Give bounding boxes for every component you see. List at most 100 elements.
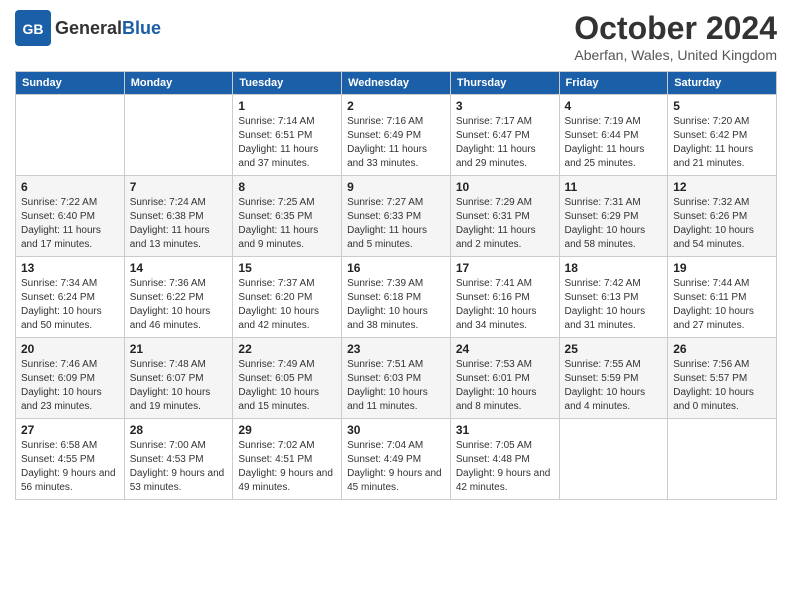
day-info: Sunrise: 6:58 AM Sunset: 4:55 PM Dayligh… — [21, 439, 119, 495]
day-number: 16 — [347, 261, 445, 275]
day-cell-4: 4 Sunrise: 7:19 AM Sunset: 6:44 PM Daylig… — [559, 95, 668, 176]
day-info: Sunrise: 7:36 AM Sunset: 6:22 PM Dayligh… — [130, 277, 228, 333]
logo-text: GeneralBlue — [55, 18, 161, 39]
day-cell-26: 26 Sunrise: 7:56 AM Sunset: 5:57 PM Dayli… — [668, 338, 777, 419]
day-cell-16: 16 Sunrise: 7:39 AM Sunset: 6:18 PM Dayli… — [342, 257, 451, 338]
day-info: Sunrise: 7:17 AM Sunset: 6:47 PM Dayligh… — [456, 115, 554, 171]
day-info: Sunrise: 7:41 AM Sunset: 6:16 PM Dayligh… — [456, 277, 554, 333]
weekday-header-saturday: Saturday — [668, 72, 777, 95]
day-number: 7 — [130, 180, 228, 194]
day-info: Sunrise: 7:27 AM Sunset: 6:33 PM Dayligh… — [347, 196, 445, 252]
day-number: 14 — [130, 261, 228, 275]
day-number: 19 — [673, 261, 771, 275]
calendar-body: 1 Sunrise: 7:14 AM Sunset: 6:51 PM Daylig… — [16, 95, 777, 500]
day-info: Sunrise: 7:14 AM Sunset: 6:51 PM Dayligh… — [238, 115, 336, 171]
day-number: 10 — [456, 180, 554, 194]
day-info: Sunrise: 7:34 AM Sunset: 6:24 PM Dayligh… — [21, 277, 119, 333]
day-cell-9: 9Sunrise: 7:27 AM Sunset: 6:33 PM Daylig… — [342, 176, 451, 257]
day-cell-1: 1 Sunrise: 7:14 AM Sunset: 6:51 PM Daylig… — [233, 95, 342, 176]
day-cell-12: 12Sunrise: 7:32 AM Sunset: 6:26 PM Dayli… — [668, 176, 777, 257]
day-info: Sunrise: 7:00 AM Sunset: 4:53 PM Dayligh… — [130, 439, 228, 495]
day-info: Sunrise: 7:16 AM Sunset: 6:49 PM Dayligh… — [347, 115, 445, 171]
day-cell-23: 23 Sunrise: 7:51 AM Sunset: 6:03 PM Dayli… — [342, 338, 451, 419]
day-cell-7: 7 Sunrise: 7:24 AM Sunset: 6:38 PM Daylig… — [124, 176, 233, 257]
location-subtitle: Aberfan, Wales, United Kingdom — [574, 47, 777, 63]
day-cell-18: 18Sunrise: 7:42 AM Sunset: 6:13 PM Dayli… — [559, 257, 668, 338]
day-number: 1 — [238, 99, 336, 113]
day-cell-29: 29 Sunrise: 7:02 AM Sunset: 4:51 PM Dayli… — [233, 419, 342, 500]
day-info: Sunrise: 7:04 AM Sunset: 4:49 PM Dayligh… — [347, 439, 445, 495]
weekday-header-monday: Monday — [124, 72, 233, 95]
weekday-header-tuesday: Tuesday — [233, 72, 342, 95]
day-number: 23 — [347, 342, 445, 356]
day-info: Sunrise: 7:02 AM Sunset: 4:51 PM Dayligh… — [238, 439, 336, 495]
week-row-5: 27 Sunrise: 6:58 AM Sunset: 4:55 PM Dayli… — [16, 419, 777, 500]
header: GB GeneralBlue October 2024 Aberfan, Wal… — [15, 10, 777, 63]
day-number: 6 — [21, 180, 119, 194]
day-info: Sunrise: 7:29 AM Sunset: 6:31 PM Dayligh… — [456, 196, 554, 252]
day-cell-5: 5Sunrise: 7:20 AM Sunset: 6:42 PM Daylig… — [668, 95, 777, 176]
weekday-header-friday: Friday — [559, 72, 668, 95]
day-number: 13 — [21, 261, 119, 275]
day-cell-30: 30 Sunrise: 7:04 AM Sunset: 4:49 PM Dayli… — [342, 419, 451, 500]
weekday-header-row: SundayMondayTuesdayWednesdayThursdayFrid… — [16, 72, 777, 95]
day-number: 21 — [130, 342, 228, 356]
day-number: 27 — [21, 423, 119, 437]
day-info: Sunrise: 7:39 AM Sunset: 6:18 PM Dayligh… — [347, 277, 445, 333]
day-cell-6: 6 Sunrise: 7:22 AM Sunset: 6:40 PM Daylig… — [16, 176, 125, 257]
day-number: 12 — [673, 180, 771, 194]
day-number: 30 — [347, 423, 445, 437]
week-row-3: 13 Sunrise: 7:34 AM Sunset: 6:24 PM Dayli… — [16, 257, 777, 338]
day-number: 8 — [238, 180, 336, 194]
day-number: 22 — [238, 342, 336, 356]
day-number: 2 — [347, 99, 445, 113]
day-number: 3 — [456, 99, 554, 113]
day-number: 11 — [565, 180, 663, 194]
calendar-page: GB GeneralBlue October 2024 Aberfan, Wal… — [0, 0, 792, 510]
day-number: 29 — [238, 423, 336, 437]
logo: GB GeneralBlue — [15, 10, 161, 46]
day-cell-15: 15 Sunrise: 7:37 AM Sunset: 6:20 PM Dayli… — [233, 257, 342, 338]
day-info: Sunrise: 7:51 AM Sunset: 6:03 PM Dayligh… — [347, 358, 445, 414]
day-number: 4 — [565, 99, 663, 113]
day-info: Sunrise: 7:42 AM Sunset: 6:13 PM Dayligh… — [565, 277, 663, 333]
day-cell-20: 20Sunrise: 7:46 AM Sunset: 6:09 PM Dayli… — [16, 338, 125, 419]
day-number: 15 — [238, 261, 336, 275]
week-row-2: 6 Sunrise: 7:22 AM Sunset: 6:40 PM Daylig… — [16, 176, 777, 257]
day-info: Sunrise: 7:31 AM Sunset: 6:29 PM Dayligh… — [565, 196, 663, 252]
weekday-header-wednesday: Wednesday — [342, 72, 451, 95]
day-number: 28 — [130, 423, 228, 437]
day-info: Sunrise: 7:49 AM Sunset: 6:05 PM Dayligh… — [238, 358, 336, 414]
day-number: 25 — [565, 342, 663, 356]
svg-text:GB: GB — [23, 21, 44, 37]
day-info: Sunrise: 7:24 AM Sunset: 6:38 PM Dayligh… — [130, 196, 228, 252]
day-cell-8: 8Sunrise: 7:25 AM Sunset: 6:35 PM Daylig… — [233, 176, 342, 257]
day-info: Sunrise: 7:48 AM Sunset: 6:07 PM Dayligh… — [130, 358, 228, 414]
month-title: October 2024 — [574, 10, 777, 47]
day-info: Sunrise: 7:46 AM Sunset: 6:09 PM Dayligh… — [21, 358, 119, 414]
day-number: 31 — [456, 423, 554, 437]
day-info: Sunrise: 7:44 AM Sunset: 6:11 PM Dayligh… — [673, 277, 771, 333]
day-number: 17 — [456, 261, 554, 275]
day-cell-22: 22 Sunrise: 7:49 AM Sunset: 6:05 PM Dayli… — [233, 338, 342, 419]
empty-cell — [16, 95, 125, 176]
day-number: 24 — [456, 342, 554, 356]
title-block: October 2024 Aberfan, Wales, United King… — [574, 10, 777, 63]
day-cell-21: 21 Sunrise: 7:48 AM Sunset: 6:07 PM Dayli… — [124, 338, 233, 419]
logo-icon: GB — [15, 10, 51, 46]
week-row-1: 1 Sunrise: 7:14 AM Sunset: 6:51 PM Daylig… — [16, 95, 777, 176]
day-info: Sunrise: 7:22 AM Sunset: 6:40 PM Dayligh… — [21, 196, 119, 252]
day-cell-11: 11 Sunrise: 7:31 AM Sunset: 6:29 PM Dayli… — [559, 176, 668, 257]
day-info: Sunrise: 7:56 AM Sunset: 5:57 PM Dayligh… — [673, 358, 771, 414]
day-number: 26 — [673, 342, 771, 356]
day-info: Sunrise: 7:19 AM Sunset: 6:44 PM Dayligh… — [565, 115, 663, 171]
day-cell-24: 24Sunrise: 7:53 AM Sunset: 6:01 PM Dayli… — [450, 338, 559, 419]
day-info: Sunrise: 7:37 AM Sunset: 6:20 PM Dayligh… — [238, 277, 336, 333]
day-cell-28: 28 Sunrise: 7:00 AM Sunset: 4:53 PM Dayli… — [124, 419, 233, 500]
day-cell-25: 25 Sunrise: 7:55 AM Sunset: 5:59 PM Dayli… — [559, 338, 668, 419]
day-info: Sunrise: 7:55 AM Sunset: 5:59 PM Dayligh… — [565, 358, 663, 414]
day-number: 5 — [673, 99, 771, 113]
day-cell-2: 2 Sunrise: 7:16 AM Sunset: 6:49 PM Daylig… — [342, 95, 451, 176]
day-cell-13: 13 Sunrise: 7:34 AM Sunset: 6:24 PM Dayli… — [16, 257, 125, 338]
empty-cell — [124, 95, 233, 176]
